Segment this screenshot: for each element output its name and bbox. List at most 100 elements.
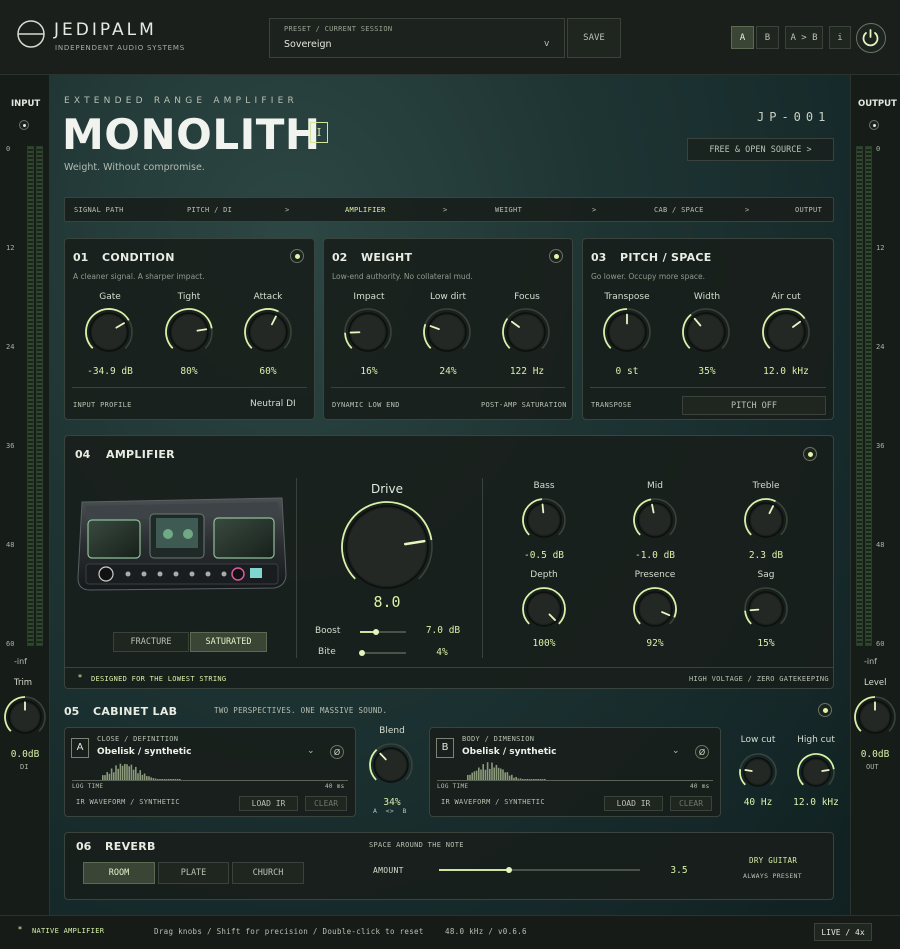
info-button[interactable]: i [829,26,851,49]
amplifier-enable-toggle[interactable] [803,447,817,461]
treble-value: 2.3 dB [748,550,784,561]
input-profile-select[interactable]: Neutral DI [250,399,296,409]
cab-b-footer: IR WAVEFORM / SYNTHETIC [441,798,545,806]
reverb-plate-button[interactable]: PLATE [158,862,229,884]
output-meter-right [865,146,872,646]
width-knob[interactable] [681,307,731,357]
path-amplifier[interactable]: AMPLIFIER [345,206,386,214]
output-tick-24: 24 [876,343,885,351]
attack-label: Attack [253,292,283,302]
cab-enable-toggle[interactable] [818,703,832,717]
path-pitch-di[interactable]: PITCH / DI [187,206,232,214]
slot-b-button[interactable]: B [756,26,779,49]
cab-a-phase-icon[interactable]: Ø [330,745,344,759]
transpose-mode-label: TRANSPOSE [591,401,632,409]
mid-knob[interactable] [632,497,678,543]
high-cut-value: 12.0 kHz [793,797,839,808]
hero-badge: I [310,122,328,143]
sag-value: 15% [757,638,775,649]
reverb-church-button[interactable]: CHURCH [232,862,304,884]
presence-value: 92% [646,638,664,649]
top-bar: JEDIPALM INDEPENDENT AUDIO SYSTEMS PRESE… [0,0,900,75]
level-knob[interactable] [853,695,897,739]
low-cut-knob[interactable] [738,752,778,792]
always-present-label: ALWAYS PRESENT [743,872,802,880]
logo-icon [16,18,46,50]
path-cab-space[interactable]: CAB / SPACE [654,206,704,214]
free-open-source-button[interactable]: FREE & OPEN SOURCE > [687,138,834,161]
weight-title: WEIGHT [361,251,413,264]
cab-title: CABINET LAB [93,705,178,718]
gate-knob[interactable] [84,307,134,357]
path-weight[interactable]: WEIGHT [495,206,522,214]
level-sub: OUT [866,763,879,771]
cab-b-clear-button[interactable]: CLEAR [670,796,712,811]
tight-knob[interactable] [164,307,214,357]
cab-b-ir-name[interactable]: Obelisk / synthetic [462,747,556,757]
cab-b-load-ir-button[interactable]: LOAD IR [604,796,663,811]
cab-a-chevron-down-icon[interactable]: ⌄ [307,746,315,756]
live-oversampling-button[interactable]: LIVE / 4x [814,923,872,941]
drive-label: Drive [371,482,403,496]
model-number: JP-001 [757,110,831,124]
copy-a-to-b-button[interactable]: A > B [785,26,823,49]
cab-a-clear-button[interactable]: CLEAR [305,796,347,811]
blend-knob[interactable] [368,742,414,788]
boost-slider[interactable] [360,629,406,635]
path-output[interactable]: OUTPUT [795,206,822,214]
cab-a-ir-name[interactable]: Obelisk / synthetic [97,747,191,757]
mode-fracture-button[interactable]: FRACTURE [113,632,189,652]
bass-label: Bass [533,481,555,491]
preset-selector[interactable]: PRESET / CURRENT SESSION Sovereign v [269,18,565,58]
width-label: Width [693,292,721,302]
trim-sub: DI [20,763,29,771]
bass-value: -0.5 dB [523,550,565,561]
input-tick-24: 24 [6,343,15,351]
cab-a-load-ir-button[interactable]: LOAD IR [239,796,298,811]
transpose-knob[interactable] [602,307,652,357]
output-tick-60: 60 [876,640,885,648]
mode-saturated-button[interactable]: SATURATED [190,632,267,652]
high-cut-label: High cut [797,735,835,745]
status-rate: 48.0 kHz / v0.6.6 [445,927,527,936]
low-dirt-knob[interactable] [422,307,472,357]
path-arrow-3: > [592,206,597,214]
trim-label: Trim [14,678,33,688]
weight-divider [331,387,565,388]
cab-a-kicker: CLOSE / DEFINITION [97,735,179,743]
trim-knob[interactable] [3,695,47,739]
pitch-off-button[interactable]: PITCH OFF [682,396,826,415]
focus-knob[interactable] [501,307,551,357]
bass-knob[interactable] [521,497,567,543]
amplifier-number: 04 [75,448,91,461]
high-cut-knob[interactable] [796,752,836,792]
status-left: NATIVE AMPLIFIER [32,927,105,935]
reverb-room-button[interactable]: ROOM [83,862,155,884]
bite-slider[interactable] [358,650,406,656]
output-clip-led [869,120,879,130]
presence-knob[interactable] [632,586,678,632]
slot-a-button[interactable]: A [731,26,754,49]
impact-knob[interactable] [343,307,393,357]
level-value: 0.0dB [860,749,890,760]
treble-knob[interactable] [743,497,789,543]
low-dirt-value: 24% [439,366,457,377]
air-cut-knob[interactable] [761,307,811,357]
condition-enable-toggle[interactable] [290,249,304,263]
save-button[interactable]: SAVE [567,18,621,58]
amp-divider-left [296,478,297,658]
path-arrow-1: > [285,206,290,214]
drive-knob[interactable] [340,500,434,594]
weight-description: Low-end authority. No collateral mud. [332,272,473,281]
attack-knob[interactable] [243,307,293,357]
power-icon[interactable] [856,23,886,53]
cab-b-chevron-down-icon[interactable]: ⌄ [672,746,680,756]
air-cut-label: Air cut [771,292,801,302]
weight-enable-toggle[interactable] [549,249,563,263]
depth-knob[interactable] [521,586,567,632]
cab-a-axis-right: 40 ms [325,783,345,790]
sag-knob[interactable] [743,586,789,632]
amount-slider[interactable] [439,867,640,873]
chevron-down-icon: v [544,39,550,49]
cab-b-phase-icon[interactable]: Ø [695,745,709,759]
